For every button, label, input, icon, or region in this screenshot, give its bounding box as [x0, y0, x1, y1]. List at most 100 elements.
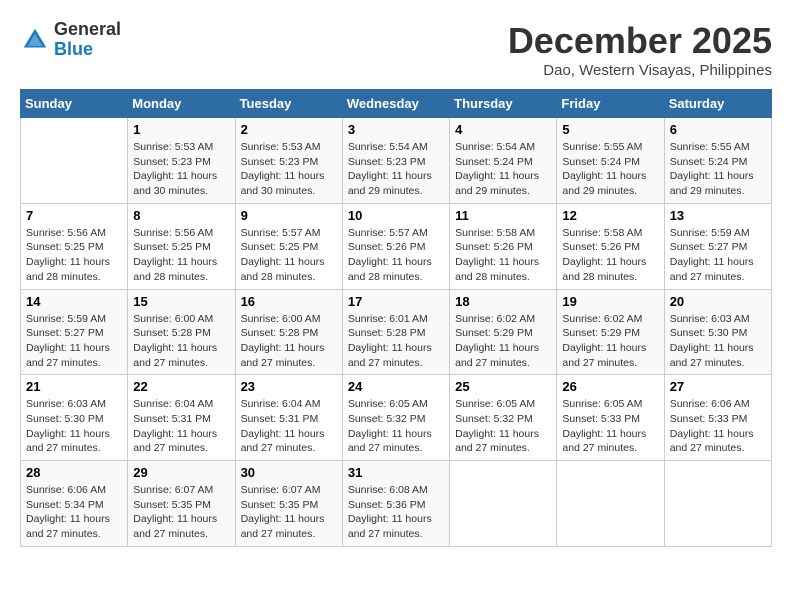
day-detail: Sunrise: 5:54 AM Sunset: 5:24 PM Dayligh…	[455, 140, 551, 199]
month-title: December 2025	[508, 20, 772, 62]
day-detail: Sunrise: 6:08 AM Sunset: 5:36 PM Dayligh…	[348, 483, 444, 542]
day-cell: 4 Sunrise: 5:54 AM Sunset: 5:24 PM Daylig…	[450, 118, 557, 204]
day-cell: 19 Sunrise: 6:02 AM Sunset: 5:29 PM Dayli…	[557, 289, 664, 375]
day-detail: Sunrise: 6:07 AM Sunset: 5:35 PM Dayligh…	[241, 483, 337, 542]
logo-text: General Blue	[54, 20, 121, 60]
day-cell: 13 Sunrise: 5:59 AM Sunset: 5:27 PM Dayli…	[664, 203, 771, 289]
day-number: 1	[133, 122, 229, 137]
day-detail: Sunrise: 5:53 AM Sunset: 5:23 PM Dayligh…	[241, 140, 337, 199]
day-detail: Sunrise: 5:57 AM Sunset: 5:25 PM Dayligh…	[241, 226, 337, 285]
header-cell-thursday: Thursday	[450, 90, 557, 118]
day-detail: Sunrise: 5:56 AM Sunset: 5:25 PM Dayligh…	[26, 226, 122, 285]
header-cell-sunday: Sunday	[21, 90, 128, 118]
header-cell-friday: Friday	[557, 90, 664, 118]
day-number: 25	[455, 379, 551, 394]
header-cell-monday: Monday	[128, 90, 235, 118]
day-cell: 28Sunrise: 6:06 AM Sunset: 5:34 PM Dayli…	[21, 461, 128, 547]
day-cell: 30 Sunrise: 6:07 AM Sunset: 5:35 PM Dayli…	[235, 461, 342, 547]
calendar-table: SundayMondayTuesdayWednesdayThursdayFrid…	[20, 89, 772, 547]
day-cell: 3Sunrise: 5:54 AM Sunset: 5:23 PM Daylig…	[342, 118, 449, 204]
day-cell: 15Sunrise: 6:00 AM Sunset: 5:28 PM Dayli…	[128, 289, 235, 375]
day-number: 6	[670, 122, 766, 137]
day-cell: 20 Sunrise: 6:03 AM Sunset: 5:30 PM Dayli…	[664, 289, 771, 375]
day-cell: 7 Sunrise: 5:56 AM Sunset: 5:25 PM Daylig…	[21, 203, 128, 289]
day-cell	[664, 461, 771, 547]
day-number: 20	[670, 294, 766, 309]
header: General Blue December 2025 Dao, Western …	[20, 20, 772, 79]
day-detail: Sunrise: 5:53 AM Sunset: 5:23 PM Dayligh…	[133, 140, 229, 199]
day-number: 18	[455, 294, 551, 309]
day-cell: 29Sunrise: 6:07 AM Sunset: 5:35 PM Dayli…	[128, 461, 235, 547]
day-cell: 17 Sunrise: 6:01 AM Sunset: 5:28 PM Dayli…	[342, 289, 449, 375]
header-cell-wednesday: Wednesday	[342, 90, 449, 118]
day-detail: Sunrise: 6:06 AM Sunset: 5:34 PM Dayligh…	[26, 483, 122, 542]
day-cell	[21, 118, 128, 204]
day-cell: 2 Sunrise: 5:53 AM Sunset: 5:23 PM Daylig…	[235, 118, 342, 204]
header-row: SundayMondayTuesdayWednesdayThursdayFrid…	[21, 90, 772, 118]
day-cell: 11 Sunrise: 5:58 AM Sunset: 5:26 PM Dayli…	[450, 203, 557, 289]
day-number: 26	[562, 379, 658, 394]
day-number: 21	[26, 379, 122, 394]
day-cell: 14 Sunrise: 5:59 AM Sunset: 5:27 PM Dayli…	[21, 289, 128, 375]
day-number: 4	[455, 122, 551, 137]
day-number: 19	[562, 294, 658, 309]
day-number: 13	[670, 208, 766, 223]
day-number: 31	[348, 465, 444, 480]
week-row-1: 7 Sunrise: 5:56 AM Sunset: 5:25 PM Daylig…	[21, 203, 772, 289]
day-number: 14	[26, 294, 122, 309]
day-cell	[557, 461, 664, 547]
day-detail: Sunrise: 6:00 AM Sunset: 5:28 PM Dayligh…	[133, 312, 229, 371]
day-detail: Sunrise: 6:07 AM Sunset: 5:35 PM Dayligh…	[133, 483, 229, 542]
day-detail: Sunrise: 5:55 AM Sunset: 5:24 PM Dayligh…	[670, 140, 766, 199]
day-number: 27	[670, 379, 766, 394]
week-row-2: 14 Sunrise: 5:59 AM Sunset: 5:27 PM Dayli…	[21, 289, 772, 375]
day-cell: 12 Sunrise: 5:58 AM Sunset: 5:26 PM Dayli…	[557, 203, 664, 289]
logo-general: General	[54, 19, 121, 39]
logo: General Blue	[20, 20, 121, 60]
day-detail: Sunrise: 6:02 AM Sunset: 5:29 PM Dayligh…	[455, 312, 551, 371]
day-number: 22	[133, 379, 229, 394]
calendar-header: SundayMondayTuesdayWednesdayThursdayFrid…	[21, 90, 772, 118]
day-cell: 8 Sunrise: 5:56 AM Sunset: 5:25 PM Daylig…	[128, 203, 235, 289]
day-detail: Sunrise: 6:03 AM Sunset: 5:30 PM Dayligh…	[670, 312, 766, 371]
day-number: 11	[455, 208, 551, 223]
day-detail: Sunrise: 6:04 AM Sunset: 5:31 PM Dayligh…	[133, 397, 229, 456]
day-number: 30	[241, 465, 337, 480]
day-cell: 1 Sunrise: 5:53 AM Sunset: 5:23 PM Daylig…	[128, 118, 235, 204]
day-number: 23	[241, 379, 337, 394]
day-number: 8	[133, 208, 229, 223]
day-cell: 22 Sunrise: 6:04 AM Sunset: 5:31 PM Dayli…	[128, 375, 235, 461]
day-cell: 6 Sunrise: 5:55 AM Sunset: 5:24 PM Daylig…	[664, 118, 771, 204]
day-detail: Sunrise: 6:05 AM Sunset: 5:33 PM Dayligh…	[562, 397, 658, 456]
day-cell: 10Sunrise: 5:57 AM Sunset: 5:26 PM Dayli…	[342, 203, 449, 289]
header-cell-saturday: Saturday	[664, 90, 771, 118]
day-detail: Sunrise: 5:58 AM Sunset: 5:26 PM Dayligh…	[562, 226, 658, 285]
header-cell-tuesday: Tuesday	[235, 90, 342, 118]
day-number: 17	[348, 294, 444, 309]
day-detail: Sunrise: 6:05 AM Sunset: 5:32 PM Dayligh…	[348, 397, 444, 456]
day-cell: 23Sunrise: 6:04 AM Sunset: 5:31 PM Dayli…	[235, 375, 342, 461]
day-number: 16	[241, 294, 337, 309]
day-cell: 27Sunrise: 6:06 AM Sunset: 5:33 PM Dayli…	[664, 375, 771, 461]
day-detail: Sunrise: 6:00 AM Sunset: 5:28 PM Dayligh…	[241, 312, 337, 371]
day-detail: Sunrise: 5:59 AM Sunset: 5:27 PM Dayligh…	[670, 226, 766, 285]
day-cell: 24 Sunrise: 6:05 AM Sunset: 5:32 PM Dayli…	[342, 375, 449, 461]
day-detail: Sunrise: 6:03 AM Sunset: 5:30 PM Dayligh…	[26, 397, 122, 456]
day-number: 12	[562, 208, 658, 223]
day-detail: Sunrise: 5:56 AM Sunset: 5:25 PM Dayligh…	[133, 226, 229, 285]
day-number: 24	[348, 379, 444, 394]
week-row-3: 21 Sunrise: 6:03 AM Sunset: 5:30 PM Dayli…	[21, 375, 772, 461]
day-cell: 9Sunrise: 5:57 AM Sunset: 5:25 PM Daylig…	[235, 203, 342, 289]
day-detail: Sunrise: 5:59 AM Sunset: 5:27 PM Dayligh…	[26, 312, 122, 371]
day-number: 7	[26, 208, 122, 223]
calendar-body: 1 Sunrise: 5:53 AM Sunset: 5:23 PM Daylig…	[21, 118, 772, 547]
day-detail: Sunrise: 6:02 AM Sunset: 5:29 PM Dayligh…	[562, 312, 658, 371]
title-area: December 2025 Dao, Western Visayas, Phil…	[508, 20, 772, 79]
day-detail: Sunrise: 5:57 AM Sunset: 5:26 PM Dayligh…	[348, 226, 444, 285]
day-cell: 31 Sunrise: 6:08 AM Sunset: 5:36 PM Dayli…	[342, 461, 449, 547]
day-number: 2	[241, 122, 337, 137]
day-cell: 18 Sunrise: 6:02 AM Sunset: 5:29 PM Dayli…	[450, 289, 557, 375]
day-detail: Sunrise: 6:01 AM Sunset: 5:28 PM Dayligh…	[348, 312, 444, 371]
day-detail: Sunrise: 5:58 AM Sunset: 5:26 PM Dayligh…	[455, 226, 551, 285]
day-cell: 26 Sunrise: 6:05 AM Sunset: 5:33 PM Dayli…	[557, 375, 664, 461]
